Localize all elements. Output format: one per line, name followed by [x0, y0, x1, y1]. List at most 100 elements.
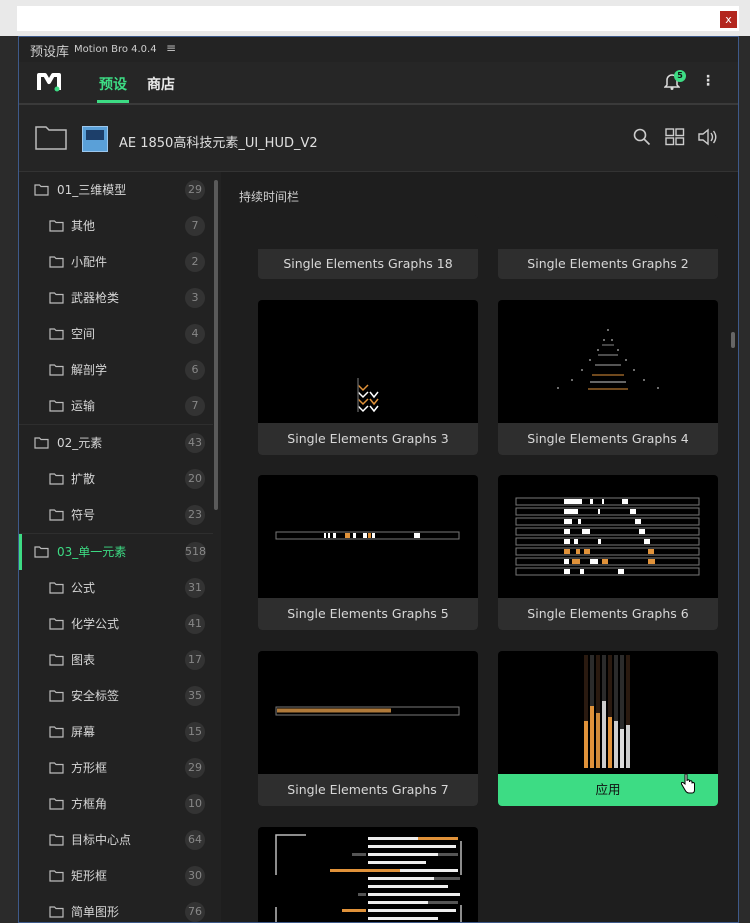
preset-card-label: Single Elements Graphs 5	[258, 598, 478, 630]
sidebar-item-count: 35	[185, 686, 205, 706]
sidebar-item-count: 7	[185, 396, 205, 416]
folder-icon	[49, 256, 64, 268]
tab-store[interactable]: 商店	[147, 74, 175, 94]
pack-thumbnail	[82, 126, 108, 152]
sidebar-scrollbar[interactable]	[214, 180, 218, 510]
tab-presets[interactable]: 预设	[99, 74, 127, 94]
panel-title: 预设库	[30, 45, 70, 60]
folder-icon	[49, 870, 64, 882]
preset-card[interactable]: Single Elements Graphs 18	[258, 215, 478, 279]
sidebar-item-label: 简单图形	[71, 905, 120, 919]
sidebar-item-label: 图表	[71, 653, 96, 667]
preset-card[interactable]: Single Elements Graphs 4	[498, 300, 718, 455]
hand-cursor-icon	[680, 773, 695, 794]
sidebar-item-count: 7	[185, 216, 205, 236]
preset-card[interactable]: Single Elements Graphs 6	[498, 475, 718, 630]
sidebar-item[interactable]: 方形框 29	[19, 750, 213, 786]
preset-card-label: Single Elements Graphs 3	[258, 423, 478, 455]
sidebar-item-label: 02_元素	[57, 436, 103, 450]
sidebar-item[interactable]: 目标中心点 64	[19, 822, 213, 858]
folder-icon	[49, 762, 64, 774]
sidebar-item-label: 化学公式	[71, 617, 120, 631]
sidebar-item-count: 29	[185, 758, 205, 778]
preset-card-label: Single Elements Graphs 4	[498, 423, 718, 455]
speaker-icon[interactable]	[697, 128, 719, 146]
sidebar-item-count: 23	[185, 505, 205, 525]
preset-preview	[275, 531, 460, 540]
sidebar-item-label: 公式	[71, 581, 96, 595]
sidebar-item[interactable]: 矩形框 30	[19, 858, 213, 894]
path-bar: AE 1850高科技元素_UI_HUD_V2	[19, 105, 738, 172]
folder-icon	[34, 437, 49, 449]
sidebar-item[interactable]: 02_元素 43	[19, 425, 213, 461]
sidebar-item[interactable]: 屏幕 15	[19, 714, 213, 750]
folder-icon	[49, 473, 64, 485]
sidebar-item-label: 目标中心点	[71, 833, 132, 847]
preset-card[interactable]: Single Elements Graphs 5	[258, 475, 478, 630]
sidebar-item[interactable]: 简单图形 76	[19, 894, 213, 922]
folder-icon	[49, 798, 64, 810]
preset-card-hovered[interactable]: 应用	[498, 651, 718, 806]
pack-name: AE 1850高科技元素_UI_HUD_V2	[119, 136, 318, 151]
sidebar-item-count: 17	[185, 650, 205, 670]
sidebar-item-label: 武器枪类	[71, 291, 120, 305]
folder-icon[interactable]	[34, 123, 68, 151]
folder-icon	[34, 184, 49, 196]
preset-card[interactable]	[258, 827, 478, 922]
preset-card[interactable]: Single Elements Graphs 3	[258, 300, 478, 455]
preset-card[interactable]: Single Elements Graphs 7	[258, 651, 478, 806]
sidebar-item[interactable]: 小配件 2	[19, 244, 213, 280]
sidebar-item[interactable]: 方框角 10	[19, 786, 213, 822]
sidebar-item-count: 20	[185, 469, 205, 489]
panel-menu-icon[interactable]: ≡	[166, 41, 176, 55]
search-icon[interactable]	[633, 128, 651, 146]
sidebar-item[interactable]: 其他 7	[19, 208, 213, 244]
folder-icon	[49, 654, 64, 666]
content-scrollbar[interactable]	[731, 332, 735, 348]
sidebar-item-count: 15	[185, 722, 205, 742]
sidebar-item[interactable]: 解剖学 6	[19, 352, 213, 388]
sidebar-item[interactable]: 图表 17	[19, 642, 213, 678]
sidebar-item[interactable]: 03_单一元素 518	[19, 534, 213, 570]
preset-preview	[357, 378, 379, 413]
preset-card-label: Single Elements Graphs 18	[258, 249, 478, 279]
sidebar-item-count: 518	[185, 542, 206, 562]
sidebar-item-label: 矩形框	[71, 869, 108, 883]
folder-icon	[49, 690, 64, 702]
sidebar-item[interactable]: 安全标签 35	[19, 678, 213, 714]
sidebar-item[interactable]: 符号 23	[19, 497, 213, 533]
sidebar-item[interactable]: 武器枪类 3	[19, 280, 213, 316]
more-options-icon[interactable]: ⋮	[701, 73, 715, 89]
folder-icon	[49, 726, 64, 738]
sidebar-item-label: 小配件	[71, 255, 108, 269]
preset-grid: 持续时间栏 Single Elements Graphs 18 Single E…	[221, 172, 738, 922]
sidebar-item-count: 4	[185, 324, 205, 344]
preset-card-label: Single Elements Graphs 7	[258, 774, 478, 806]
sidebar-item[interactable]: 01_三维模型 29	[19, 172, 213, 208]
sidebar-item[interactable]: 空间 4	[19, 316, 213, 352]
folder-icon	[49, 292, 64, 304]
sidebar-item-count: 2	[185, 252, 205, 272]
category-sidebar: 01_三维模型 29 其他 7 小配件 2 武器枪类 3 空间 4 解剖学 6 运输 7 02_元素 43 扩散…	[19, 172, 221, 922]
sidebar-item[interactable]: 公式 31	[19, 570, 213, 606]
panel-titlebar: 预设库 Motion Bro 4.0.4 ≡	[19, 37, 738, 62]
folder-icon	[49, 364, 64, 376]
sidebar-item-count: 41	[185, 614, 205, 634]
sidebar-item-count: 6	[185, 360, 205, 380]
grid-view-icon[interactable]	[665, 128, 685, 146]
sidebar-item[interactable]: 化学公式 41	[19, 606, 213, 642]
sidebar-item-count: 3	[185, 288, 205, 308]
preset-preview	[515, 497, 700, 576]
sidebar-item-count: 10	[185, 794, 205, 814]
preset-card[interactable]: Single Elements Graphs 2	[498, 215, 718, 279]
sidebar-item[interactable]: 扩散 20	[19, 461, 213, 497]
preset-preview	[275, 706, 460, 716]
close-button[interactable]: x	[720, 11, 737, 28]
sidebar-item[interactable]: 运输 7	[19, 388, 213, 424]
sidebar-item-label: 安全标签	[71, 689, 120, 703]
sidebar-item-count: 43	[185, 433, 205, 453]
sidebar-item-count: 29	[185, 180, 205, 200]
notification-badge: 5	[674, 70, 686, 82]
sidebar-item-count: 76	[185, 902, 205, 922]
host-top-strip: x	[0, 0, 750, 36]
